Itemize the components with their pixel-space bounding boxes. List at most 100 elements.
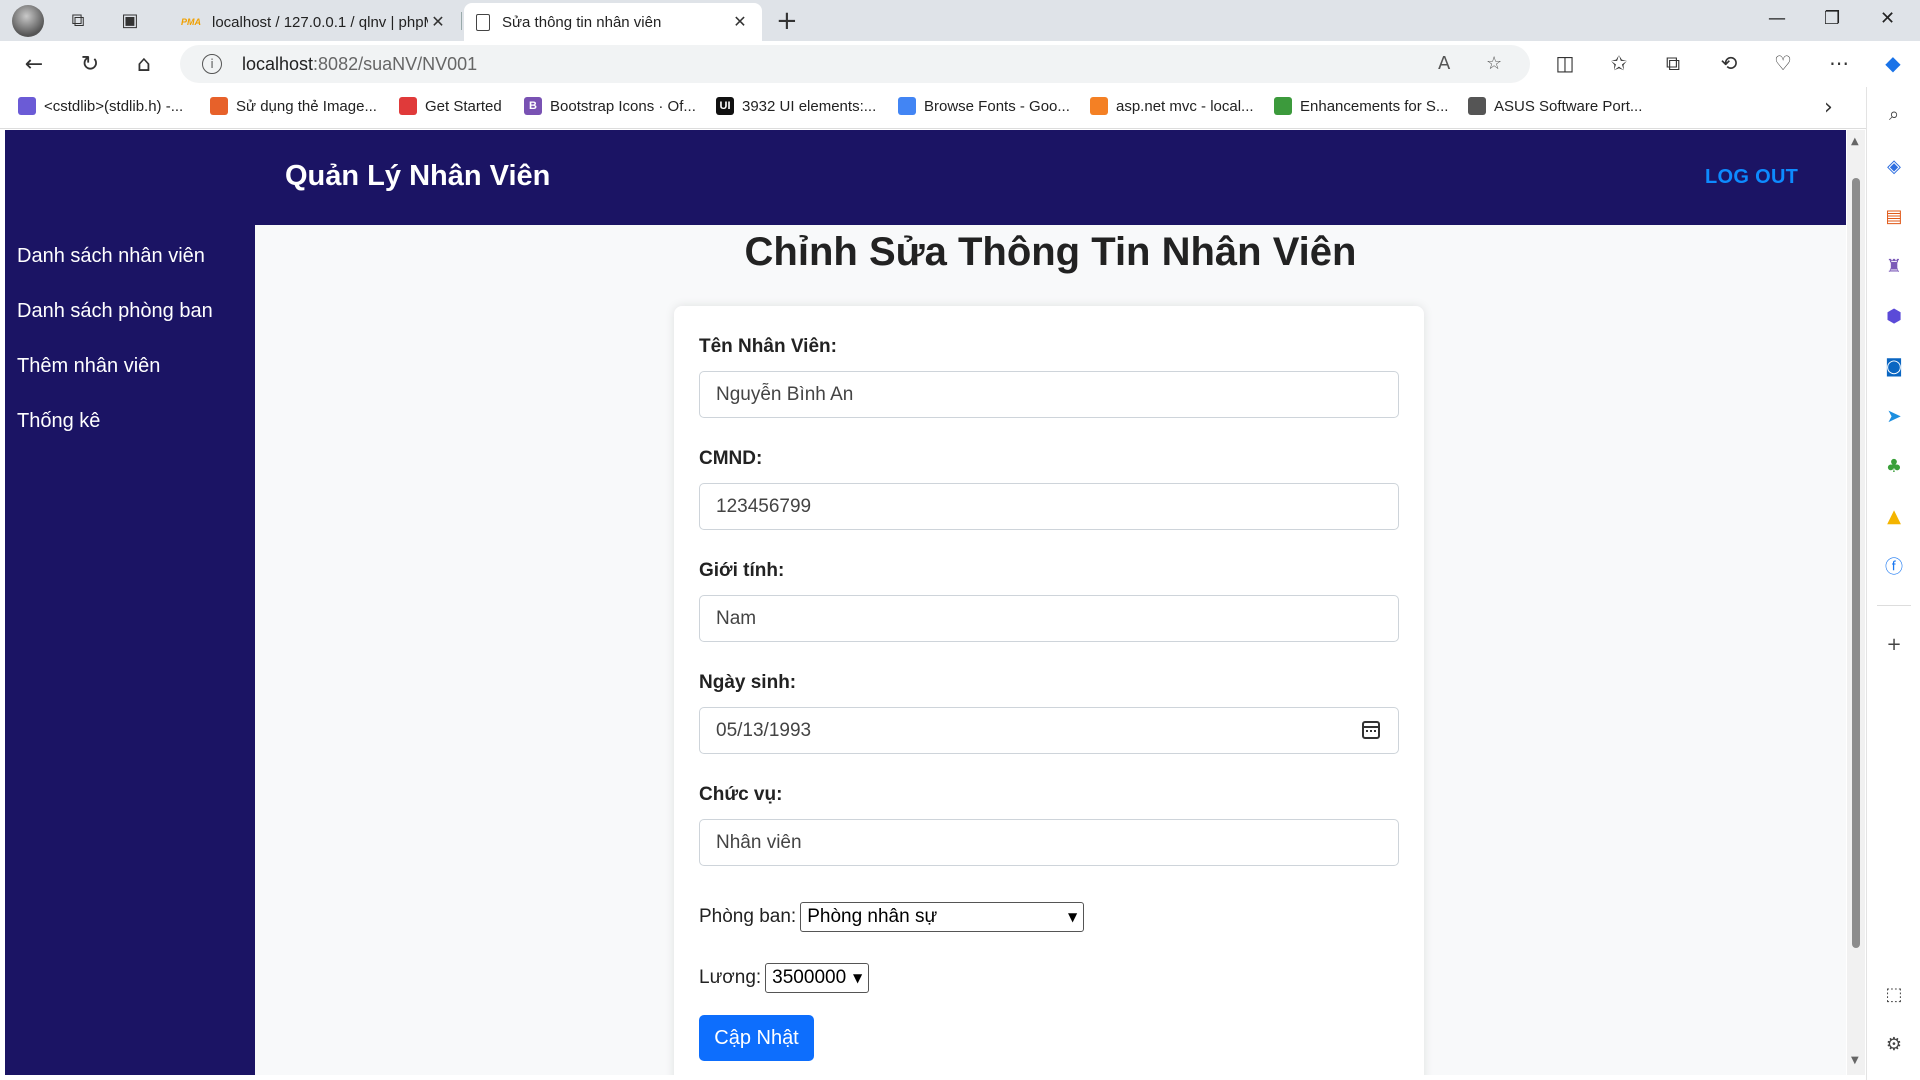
divider — [1877, 605, 1911, 606]
settings-gear-icon[interactable]: ⚙ — [1881, 1031, 1907, 1057]
sidebar-item-department-list[interactable]: Danh sách phòng ban — [17, 300, 213, 323]
copilot-icon[interactable]: ◆ — [1880, 51, 1906, 75]
more-menu-icon[interactable]: ⋯ — [1826, 51, 1852, 75]
profile-avatar[interactable] — [12, 5, 44, 37]
salary-select[interactable]: 3500000 ▼ — [765, 963, 870, 993]
tab-separator — [461, 12, 462, 30]
outlook-icon[interactable]: ◙ — [1881, 353, 1907, 379]
scrollbar-thumb[interactable] — [1852, 178, 1860, 948]
app-header: Quản Lý Nhân Viên LOG OUT — [5, 130, 1846, 225]
close-icon[interactable]: ✕ — [730, 12, 750, 32]
bookmark-icon — [18, 97, 36, 115]
sidebar-item-add-employee[interactable]: Thêm nhân viên — [17, 355, 160, 378]
close-icon[interactable]: ✕ — [428, 12, 448, 32]
screenshot-icon[interactable]: ⬚ — [1881, 981, 1907, 1007]
bookmark-item[interactable]: Browse Fonts - Goo... — [898, 97, 1070, 115]
cmnd-label: CMND: — [699, 448, 763, 469]
bookmark-item[interactable]: ASUS Software Port... — [1468, 97, 1642, 115]
dob-input[interactable]: 05/13/1993 — [699, 707, 1399, 754]
tree-icon[interactable]: ♣ — [1881, 453, 1907, 479]
cmnd-input[interactable]: 123456799 — [699, 483, 1399, 530]
tools-icon[interactable]: ▤ — [1881, 203, 1907, 229]
workspaces-icon[interactable]: ⧉ — [64, 7, 92, 33]
app-title: Quản Lý Nhân Viên — [285, 160, 551, 192]
tab-edit-employee[interactable]: Sửa thông tin nhân viên ✕ — [464, 3, 762, 41]
salary-label: Lương: — [699, 967, 762, 988]
facebook-icon[interactable]: ⓕ — [1881, 553, 1907, 579]
home-button[interactable]: ⌂ — [128, 49, 160, 79]
bookmark-icon — [1090, 97, 1108, 115]
name-input[interactable]: Nguyễn Bình An — [699, 371, 1399, 418]
bookmark-item[interactable]: B Bootstrap Icons · Of... — [524, 97, 696, 115]
scroll-down-icon[interactable]: ▼ — [1851, 1055, 1859, 1066]
update-button[interactable]: Cập Nhật — [699, 1015, 814, 1061]
shopping-tag-icon[interactable]: ◈ — [1881, 153, 1907, 179]
tab-title: localhost / 127.0.0.1 / qlnv | phpM — [212, 13, 428, 31]
m365-icon[interactable]: ⬢ — [1881, 303, 1907, 329]
page-icon — [476, 13, 490, 31]
page-title: Chỉnh Sửa Thông Tin Nhân Viên — [744, 230, 1357, 274]
bookmark-item[interactable]: Enhancements for S... — [1274, 97, 1448, 115]
sidebar-item-statistics[interactable]: Thống kê — [17, 410, 100, 433]
tab-actions-icon[interactable]: ▣ — [116, 7, 144, 33]
favorites-icon[interactable]: ✩ — [1606, 51, 1632, 75]
favorite-star-icon[interactable]: ☆ — [1486, 53, 1502, 74]
logout-link[interactable]: LOG OUT — [1705, 166, 1798, 189]
new-tab-button[interactable]: + — [776, 6, 798, 36]
bookmark-icon — [210, 97, 228, 115]
dob-label: Ngày sinh: — [699, 672, 797, 693]
browser-essentials-icon[interactable]: ♡ — [1770, 51, 1796, 75]
site-info-icon[interactable]: i — [202, 54, 222, 74]
bookmark-item[interactable]: UI 3932 UI elements:... — [716, 97, 876, 115]
games-icon[interactable]: ♜ — [1881, 253, 1907, 279]
bookmark-icon — [399, 97, 417, 115]
bookmark-icon: B — [524, 97, 542, 115]
url-text: localhost:8082/suaNV/NV001 — [242, 53, 478, 74]
chevron-down-icon: ▼ — [1067, 910, 1078, 924]
bookmark-icon — [1274, 97, 1292, 115]
chevron-right-icon[interactable]: › — [1824, 95, 1833, 120]
calendar-icon[interactable] — [1362, 721, 1380, 739]
gender-input[interactable]: Nam — [699, 595, 1399, 642]
browser-tab-bar: ⧉ ▣ PMA localhost / 127.0.0.1 / qlnv | p… — [0, 0, 1920, 41]
name-label: Tên Nhân Viên: — [699, 336, 837, 357]
bookmark-icon — [898, 97, 916, 115]
bookmark-item[interactable]: Get Started — [399, 97, 502, 115]
maximize-button[interactable]: ❐ — [1824, 8, 1840, 29]
chevron-down-icon: ▼ — [852, 971, 863, 985]
reload-button[interactable]: ↻ — [74, 49, 106, 79]
department-select[interactable]: Phòng nhân sự ▼ — [800, 902, 1085, 932]
sidebar-item-employee-list[interactable]: Danh sách nhân viên — [17, 245, 205, 268]
phpmyadmin-icon: PMA — [181, 17, 201, 27]
bookmark-item[interactable]: <cstdlib>(stdlib.h) -... — [18, 97, 183, 115]
salary-row: Lương: 3500000 ▼ — [699, 963, 870, 993]
app-sidebar: Danh sách nhân viên Danh sách phòng ban … — [5, 225, 255, 1075]
page-scrollbar[interactable]: ▲ ▼ — [1847, 130, 1865, 1075]
minimize-button[interactable]: — — [1768, 8, 1786, 29]
url-field[interactable]: i localhost:8082/suaNV/NV001 A ☆ — [180, 45, 1530, 83]
department-row: Phòng ban: Phòng nhân sự ▼ — [699, 902, 1085, 932]
collections-icon[interactable]: ⧉ — [1660, 51, 1686, 75]
bookmark-item[interactable]: asp.net mvc - local... — [1090, 97, 1254, 115]
web-page: Quản Lý Nhân Viên LOG OUT Danh sách nhân… — [5, 130, 1846, 1075]
bookmark-item[interactable]: Sử dụng thẻ Image... — [210, 97, 377, 115]
bookmarks-bar: <cstdlib>(stdlib.h) -... Sử dụng thẻ Ima… — [0, 87, 1890, 129]
read-aloud-icon[interactable]: A — [1438, 53, 1450, 74]
scroll-up-icon[interactable]: ▲ — [1851, 136, 1859, 147]
search-icon[interactable]: ⌕ — [1881, 101, 1907, 127]
department-label: Phòng ban: — [699, 906, 797, 927]
history-icon[interactable]: ⟲ — [1716, 51, 1742, 75]
edge-sidebar: ⌕ ◈ ▤ ♜ ⬢ ◙ ➤ ♣ ▲ ⓕ + ⬚ ⚙ — [1866, 87, 1920, 1080]
google-drive-icon[interactable]: ▲ — [1881, 503, 1907, 529]
close-window-button[interactable]: ✕ — [1880, 8, 1895, 29]
tab-title: Sửa thông tin nhân viên — [502, 13, 662, 31]
edit-employee-form: Tên Nhân Viên: Nguyễn Bình An CMND: 1234… — [674, 306, 1424, 1075]
telegram-icon[interactable]: ➤ — [1881, 403, 1907, 429]
tab-phpmyadmin[interactable]: PMA localhost / 127.0.0.1 / qlnv | phpM … — [170, 3, 460, 41]
back-button[interactable]: ← — [18, 49, 50, 79]
position-input[interactable]: Nhân viên — [699, 819, 1399, 866]
add-icon[interactable]: + — [1881, 631, 1907, 657]
gender-label: Giới tính: — [699, 560, 785, 581]
split-screen-icon[interactable]: ◫ — [1552, 51, 1578, 75]
address-bar-row: ← ↻ ⌂ i localhost:8082/suaNV/NV001 A ☆ ◫… — [0, 41, 1920, 87]
